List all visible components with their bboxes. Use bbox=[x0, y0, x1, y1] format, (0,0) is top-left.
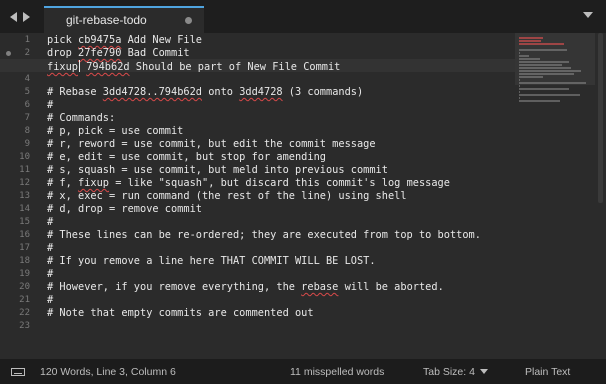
code-line[interactable]: # These lines can be re-ordered; they ar… bbox=[47, 229, 481, 242]
minimap-line bbox=[519, 94, 580, 96]
line-number: 5 bbox=[24, 87, 30, 97]
text-caret bbox=[79, 60, 80, 72]
code-line[interactable]: # e, edit = use commit, but stop for ame… bbox=[47, 151, 326, 164]
code-line[interactable]: # Note that empty commits are commented … bbox=[47, 307, 314, 320]
minimap-line bbox=[519, 85, 520, 87]
minimap-line bbox=[519, 49, 568, 51]
minimap-line bbox=[519, 91, 520, 93]
minimap-line bbox=[519, 97, 520, 99]
line-number: 1 bbox=[24, 35, 30, 45]
tab-size-dropdown-icon bbox=[479, 369, 488, 374]
minimap-line bbox=[519, 64, 562, 66]
line-number: 23 bbox=[19, 321, 30, 331]
tab-git-rebase-todo[interactable]: git-rebase-todo bbox=[44, 6, 204, 33]
line-number: 20 bbox=[19, 282, 30, 292]
code-line[interactable]: pick cb9475a Add New File bbox=[47, 34, 202, 47]
minimap-line bbox=[519, 43, 564, 45]
cursor-position: 120 Words, Line 3, Column 6 bbox=[40, 366, 176, 378]
tab-title: git-rebase-todo bbox=[66, 13, 147, 27]
line-number: 7 bbox=[24, 113, 30, 123]
code-line[interactable]: # bbox=[47, 294, 53, 307]
code-line[interactable]: # p, pick = use commit bbox=[47, 125, 183, 138]
line-number: 15 bbox=[19, 217, 30, 227]
line-number: 4 bbox=[24, 74, 30, 84]
line-number: 11 bbox=[19, 165, 30, 175]
code-line[interactable]: # Rebase 3dd4728..794b62d onto 3dd4728 (… bbox=[47, 86, 363, 99]
minimap-line bbox=[519, 67, 572, 69]
code-line[interactable]: # x, exec = run command (the rest of the… bbox=[47, 190, 407, 203]
line-number: 16 bbox=[19, 230, 30, 240]
code-line[interactable]: # Commands: bbox=[47, 112, 115, 125]
minimap-line bbox=[519, 40, 541, 42]
tab-bar: git-rebase-todo bbox=[0, 0, 606, 33]
line-number: 18 bbox=[19, 256, 30, 266]
minimap-line bbox=[519, 52, 520, 54]
tab-navigation bbox=[10, 11, 30, 23]
line-number: 8 bbox=[24, 126, 30, 136]
minimap-line bbox=[519, 58, 540, 60]
tab-size-selector[interactable]: Tab Size: 4 bbox=[423, 366, 488, 378]
line-number: 12 bbox=[19, 178, 30, 188]
tab-list-dropdown-icon[interactable] bbox=[583, 12, 593, 18]
line-number: 21 bbox=[19, 295, 30, 305]
line-number: 6 bbox=[24, 100, 30, 110]
code-line[interactable]: # f, fixup = like "squash", but discard … bbox=[47, 177, 450, 190]
syntax-selector[interactable]: Plain Text bbox=[525, 366, 570, 378]
code-line[interactable]: # bbox=[47, 216, 53, 229]
code-line[interactable]: fixup 794b62d Should be part of New File… bbox=[47, 60, 340, 73]
next-tab-arrow-icon[interactable] bbox=[23, 12, 30, 22]
status-bar: 120 Words, Line 3, Column 6 11 misspelle… bbox=[0, 359, 606, 384]
unsaved-dot-icon[interactable] bbox=[185, 17, 192, 24]
code-line[interactable]: # r, reword = use commit, but edit the c… bbox=[47, 138, 376, 151]
minimap[interactable] bbox=[515, 33, 595, 359]
minimap-line bbox=[519, 88, 570, 90]
minimap-line bbox=[519, 61, 570, 63]
minimap-line bbox=[519, 55, 530, 57]
code-line[interactable]: drop 27fe790 Bad Commit bbox=[47, 47, 190, 60]
minimap-line bbox=[519, 100, 560, 102]
line-number: 10 bbox=[19, 152, 30, 162]
tab-size-label: Tab Size: 4 bbox=[423, 366, 475, 378]
line-number: 17 bbox=[19, 243, 30, 253]
line-number: 22 bbox=[19, 308, 30, 318]
spelling-status: 11 misspelled words bbox=[290, 366, 385, 378]
code-line[interactable]: # d, drop = remove commit bbox=[47, 203, 202, 216]
panel-toggle-icon[interactable] bbox=[11, 368, 25, 376]
line-number: 19 bbox=[19, 269, 30, 279]
code-line[interactable]: # However, if you remove everything, the… bbox=[47, 281, 444, 294]
vertical-scrollbar[interactable] bbox=[598, 33, 603, 203]
line-number: 14 bbox=[19, 204, 30, 214]
minimap-line bbox=[519, 73, 575, 75]
code-line[interactable]: # s, squash = use commit, but meld into … bbox=[47, 164, 388, 177]
modified-line-marker-icon bbox=[6, 51, 11, 56]
editor[interactable]: 1234567891011121314151617181920212223 pi… bbox=[0, 33, 606, 359]
minimap-line bbox=[519, 82, 586, 84]
minimap-line bbox=[519, 70, 581, 72]
code-line[interactable]: # bbox=[47, 268, 53, 281]
line-number-gutter: 1234567891011121314151617181920212223 bbox=[0, 33, 38, 359]
code-line[interactable]: # bbox=[47, 242, 53, 255]
minimap-line bbox=[519, 37, 543, 39]
line-number: 13 bbox=[19, 191, 30, 201]
code-line[interactable]: # If you remove a line here THAT COMMIT … bbox=[47, 255, 376, 268]
code-line[interactable]: # bbox=[47, 99, 53, 112]
previous-tab-arrow-icon[interactable] bbox=[10, 12, 17, 22]
line-number: 9 bbox=[24, 139, 30, 149]
minimap-line bbox=[519, 76, 543, 78]
minimap-line bbox=[519, 79, 520, 81]
